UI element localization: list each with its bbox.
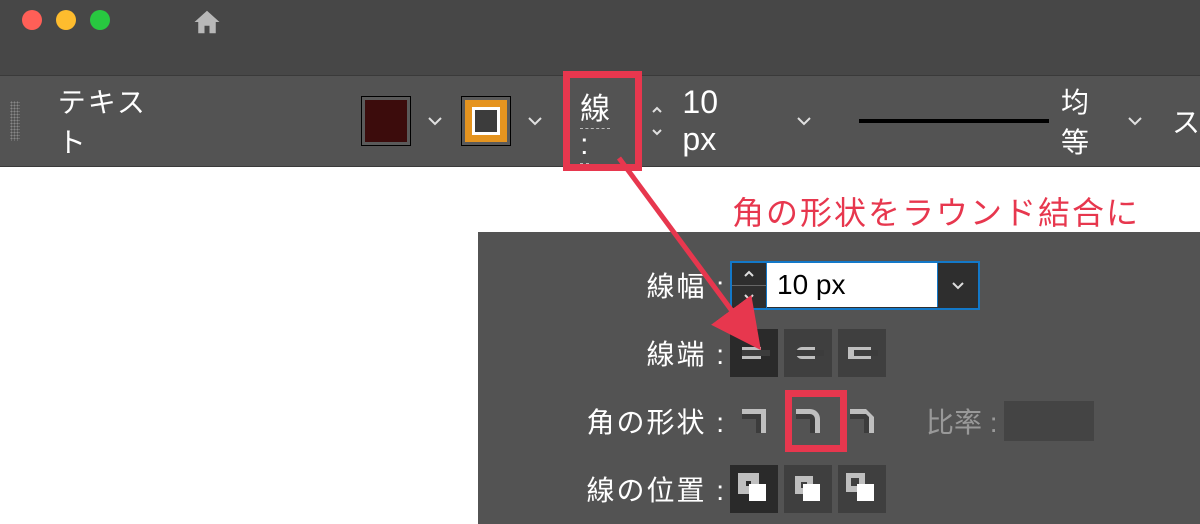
align-outside-icon (846, 473, 878, 505)
stroke-panel: 線幅 : 10 px 線端 : (478, 232, 1200, 524)
chevron-down-icon (1127, 116, 1143, 126)
align-center-button[interactable] (730, 465, 778, 513)
corner-miter-icon (738, 405, 770, 437)
cap-row: 線端 : (478, 322, 1200, 384)
corner-bevel-button[interactable] (838, 397, 886, 445)
increase-button[interactable] (732, 263, 766, 286)
decrease-button[interactable] (644, 121, 670, 143)
corner-row: 角の形状 : 比率 : (478, 390, 1200, 452)
chevron-down-icon (796, 116, 812, 126)
decrease-button[interactable] (732, 286, 766, 308)
stroke-swatch-group (461, 96, 555, 146)
home-icon (192, 7, 222, 37)
cap-round-icon (792, 337, 824, 369)
grip-icon (10, 101, 20, 141)
cap-segment (730, 329, 886, 377)
cap-butt-button[interactable] (730, 329, 778, 377)
width-label: 線幅 : (478, 265, 730, 305)
stroke-options-button[interactable]: 線 : (563, 71, 642, 171)
align-center-icon (738, 473, 770, 505)
tool-label: テキスト (58, 81, 173, 161)
stroke-label: 線 : (580, 93, 610, 164)
cap-round-button[interactable] (784, 329, 832, 377)
increase-button[interactable] (644, 99, 670, 121)
stroke-width-row: 線幅 : 10 px (478, 254, 1200, 316)
chevron-down-icon (651, 128, 663, 136)
stroke-width-stepper[interactable] (644, 99, 670, 143)
stroke-color-swatch[interactable] (461, 96, 511, 146)
cap-label: 線端 : (478, 333, 730, 373)
align-outside-button[interactable] (838, 465, 886, 513)
align-label: 線の位置 : (478, 469, 730, 509)
corner-miter-button[interactable] (730, 397, 778, 445)
chevron-up-icon (651, 106, 663, 114)
cap-butt-icon (738, 337, 770, 369)
window-controls (22, 10, 110, 30)
home-button[interactable] (192, 8, 222, 36)
align-inside-icon (792, 473, 824, 505)
chevron-down-icon (427, 116, 443, 126)
stroke-width-dropdown[interactable] (784, 97, 823, 145)
chevron-up-icon (743, 270, 755, 278)
ratio-label: 比率 : (926, 401, 998, 441)
cap-projecting-icon (846, 337, 878, 369)
align-row: 線の位置 : (478, 458, 1200, 520)
width-stepper[interactable] (732, 263, 767, 308)
titlebar (0, 0, 1200, 75)
fill-color-swatch[interactable] (361, 96, 411, 146)
corner-bevel-icon (846, 405, 878, 437)
stroke-width-input[interactable]: 10 px (730, 261, 980, 310)
corner-label: 角の形状 : (478, 401, 730, 441)
chevron-down-icon (743, 293, 755, 301)
chevron-down-icon (951, 281, 965, 290)
fill-swatch-group (361, 96, 455, 146)
fill-dropdown[interactable] (415, 97, 455, 145)
width-value[interactable]: 10 px (767, 263, 937, 307)
dash-label: 均等 (1061, 81, 1115, 161)
corner-segment (730, 397, 886, 445)
annotation-text: 角の形状をラウンド結合に (732, 188, 1140, 234)
width-dropdown[interactable] (937, 263, 978, 307)
corner-round-icon (792, 405, 824, 437)
stroke-width-field[interactable]: 10 px (682, 84, 758, 158)
dash-preview (859, 119, 1049, 123)
align-inside-button[interactable] (784, 465, 832, 513)
cap-projecting-button[interactable] (838, 329, 886, 377)
stroke-dropdown[interactable] (515, 97, 555, 145)
align-segment (730, 465, 886, 513)
minimize-window-button[interactable] (56, 10, 76, 30)
zoom-window-button[interactable] (90, 10, 110, 30)
ratio-input[interactable] (1004, 401, 1094, 441)
close-window-button[interactable] (22, 10, 42, 30)
overflow-label: ス (1172, 101, 1200, 141)
dash-dropdown[interactable] (1115, 97, 1154, 145)
chevron-down-icon (527, 116, 543, 126)
options-bar: テキスト 線 : 10 px 均等 ス (0, 75, 1200, 167)
corner-round-button[interactable] (784, 397, 832, 445)
